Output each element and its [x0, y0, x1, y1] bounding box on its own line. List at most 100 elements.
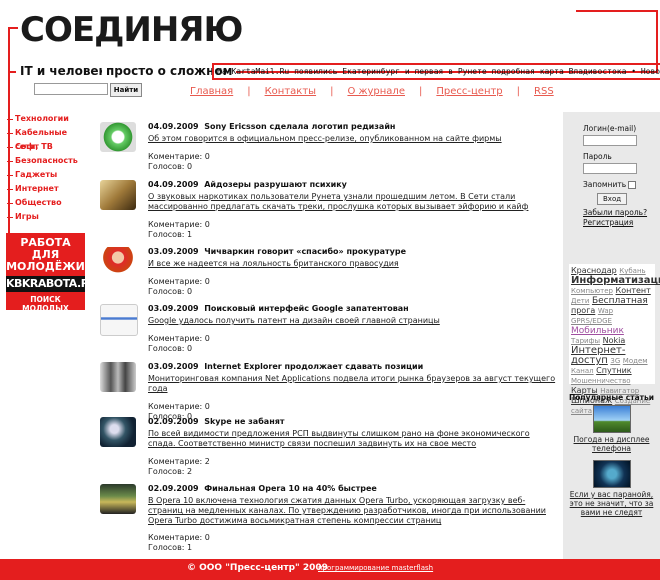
news-description[interactable]: По всей видимости предложения РСП выдвин…	[148, 429, 558, 449]
news-comments: Коментарие: 0	[148, 533, 210, 542]
tag-link[interactable]: Мошенничество	[571, 377, 631, 385]
nav-about[interactable]: О журнале	[347, 86, 405, 97]
left-menu: Технологии Кабельные сети, ТВ Софт Безоп…	[7, 112, 93, 224]
menu-item-society[interactable]: Общество	[7, 196, 93, 210]
tag-link[interactable]: Wap	[598, 307, 613, 315]
news-votes: Голосов: 0	[148, 287, 193, 296]
news-comments: Коментарие: 0	[148, 220, 210, 229]
news-votes: Голосов: 2	[148, 467, 193, 476]
news-description[interactable]: Google удалось получить патент на дизайн…	[148, 316, 558, 326]
nav-home[interactable]: Главная	[190, 86, 233, 97]
login-button[interactable]: Вход	[597, 193, 628, 205]
tag-link[interactable]: Канал	[571, 367, 594, 375]
news-date: 03.09.2009	[148, 247, 199, 256]
phone-keypad-icon[interactable]	[100, 417, 136, 447]
tag-link[interactable]: Бесплатная	[592, 296, 648, 306]
news-title[interactable]: Sony Ericsson сделала логотип редизайн	[204, 122, 395, 131]
password-label: Пароль	[583, 152, 612, 161]
google-page-icon[interactable]	[100, 304, 138, 336]
tag-link[interactable]: Краснодар	[571, 266, 617, 275]
tag-cloud: Краснодар Кубань Информатизация Компьюте…	[569, 264, 660, 415]
login-field[interactable]	[583, 135, 637, 146]
top-navigation: Главная | Контакты | О журнале | Пресс-центр | R…	[190, 86, 554, 97]
news-title[interactable]: Поисковый интерфейс Google запатентован	[204, 304, 409, 313]
weather-phone-image-icon[interactable]	[593, 405, 631, 433]
news-title[interactable]: Internet Explorer продолжает сдавать поз…	[204, 362, 423, 371]
news-date: 03.09.2009	[148, 362, 199, 371]
forgot-password-link[interactable]: Забыли пароль?	[583, 208, 655, 218]
menu-item-software[interactable]: Софт	[7, 140, 93, 154]
news-description[interactable]: О звуковых наркотиках пользователи Рунет…	[148, 192, 558, 212]
woman-phone-image-icon[interactable]	[100, 247, 136, 277]
news-title[interactable]: Skype не забанят	[204, 417, 284, 426]
opera-screenshot-icon[interactable]	[100, 484, 136, 514]
nav-separator: |	[247, 86, 251, 97]
news-description[interactable]: Мониторинговая компания Net Applications…	[148, 374, 558, 394]
nav-contacts[interactable]: Контакты	[265, 86, 316, 97]
tag-link[interactable]: 3G	[610, 357, 620, 365]
tag-link[interactable]: Мобильник	[571, 326, 624, 336]
news-date: 02.09.2009	[148, 417, 199, 426]
crowd-image-icon[interactable]	[100, 362, 136, 392]
tag-link[interactable]: Модем	[623, 357, 648, 365]
news-date: 02.09.2009	[148, 484, 199, 493]
top-right-red-rule	[576, 10, 658, 12]
news-comments: Коментарие: 0	[148, 152, 210, 161]
news-votes: Голосов: 1	[148, 230, 193, 239]
news-votes: Голосов: 1	[148, 543, 193, 552]
news-description[interactable]: В Opera 10 включена технология сжатия да…	[148, 496, 558, 526]
news-date: 04.09.2009	[148, 180, 199, 189]
remember-checkbox[interactable]	[628, 181, 637, 189]
menu-item-gadgets[interactable]: Гаджеты	[7, 168, 93, 182]
popular-article-link[interactable]: Если у вас паранойя, это не значит, что …	[564, 490, 659, 517]
news-comments: Коментарие: 0	[148, 402, 210, 411]
login-form: Логин(e-mail) Пароль Запомнить Вход Забы…	[583, 124, 655, 228]
news-description[interactable]: И все же надеется на лояльность британск…	[148, 259, 558, 269]
news-votes: Голосов: 0	[148, 162, 193, 171]
promo-banner[interactable]: РАБОТА ДЛЯ МОЛОДЁЖИ KBKRABOTA.RU ПОИСК М…	[6, 233, 98, 322]
menu-item-security[interactable]: Безопасность	[7, 154, 93, 168]
news-title[interactable]: Чичваркин говорит «спасибо» прокуратуре	[204, 247, 406, 256]
tag-link[interactable]: прога	[571, 306, 595, 315]
paranoia-image-icon[interactable]	[593, 460, 631, 488]
register-link[interactable]: Регистрация	[583, 218, 655, 228]
tag-link[interactable]: Спутник	[596, 366, 631, 375]
search-button[interactable]: Найти	[110, 83, 142, 97]
news-votes: Голосов: 0	[148, 344, 193, 353]
popular-article-link[interactable]: Погода на дисплее телефона	[564, 435, 659, 453]
menu-item-technologies[interactable]: Технологии	[7, 112, 93, 126]
login-label: Логин(e-mail)	[583, 124, 637, 133]
sony-ericsson-logo-icon[interactable]	[100, 122, 136, 152]
search-input[interactable]	[34, 83, 108, 95]
tag-link[interactable]: GPRS/EDGE	[571, 317, 612, 325]
tag-link[interactable]: Дети	[571, 297, 589, 305]
nav-rss[interactable]: RSS	[534, 86, 554, 97]
tag-link[interactable]: Контент	[616, 286, 651, 295]
promo-tagline: ПОИСК МОЛОДЫХ СПЕЦИАЛИСТОВ	[9, 295, 82, 322]
news-title[interactable]: Финальная Opera 10 на 40% быстрее	[204, 484, 377, 493]
password-field[interactable]	[583, 163, 637, 174]
people-image-icon[interactable]	[100, 180, 136, 210]
tag-link[interactable]: Кубань	[619, 267, 645, 275]
tag-link[interactable]: Информатизация	[571, 275, 660, 286]
nav-press-center[interactable]: Пресс-центр	[436, 86, 502, 97]
tag-link[interactable]: Тарифы	[571, 337, 600, 345]
news-date: 04.09.2009	[148, 122, 199, 131]
developer-link[interactable]: программирование masterflash	[318, 559, 433, 577]
news-date: 03.09.2009	[148, 304, 199, 313]
nav-separator: |	[516, 86, 521, 97]
promo-domain: KBKRABOTA.RU	[6, 276, 98, 292]
promo-headline: РАБОТА ДЛЯ МОЛОДЁЖИ	[6, 236, 85, 273]
news-comments: Коментарие: 0	[148, 277, 210, 286]
tag-link[interactable]: Компьютер	[571, 287, 613, 295]
site-logo[interactable]: СОЕДИНЯЮ	[20, 10, 243, 50]
menu-item-internet[interactable]: Интернет	[7, 182, 93, 196]
tag-link[interactable]: Nokia	[603, 336, 626, 345]
copyright-text: © ООО "Пресс-центр" 2009	[187, 563, 328, 573]
menu-item-cable-tv[interactable]: Кабельные сети, ТВ	[7, 126, 93, 151]
news-ticker[interactable]: На KartaMail.Ru появились Екатеринбург и…	[212, 63, 660, 80]
news-title[interactable]: Айдозеры разрушают психику	[204, 180, 347, 189]
news-description[interactable]: Об этом говорится в официальном пресс-ре…	[148, 134, 558, 144]
right-sidebar: Логин(e-mail) Пароль Запомнить Вход Забы…	[563, 112, 660, 559]
menu-item-games[interactable]: Игры	[7, 210, 93, 224]
